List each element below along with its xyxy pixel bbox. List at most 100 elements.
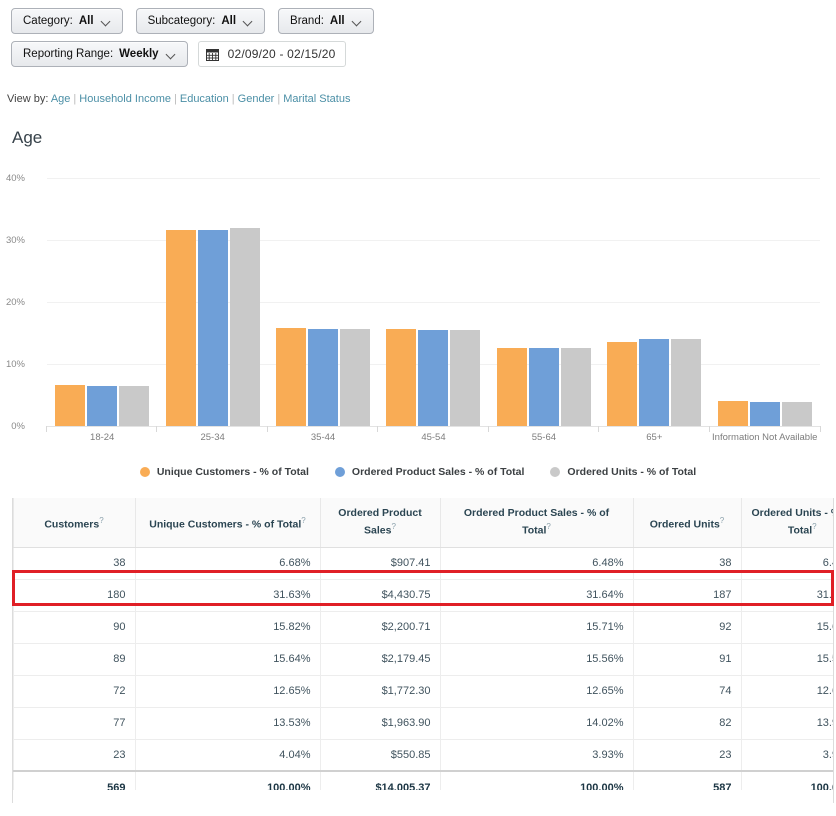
y-axis-tick-label: 30% — [0, 235, 25, 246]
bar-2[interactable] — [671, 339, 701, 426]
demographics-table: AgeCustomers?Unique Customers - % of Tot… — [12, 498, 834, 803]
cell-sales_pct: 14.02% — [440, 707, 633, 739]
legend-item[interactable]: Unique Customers - % of Total — [140, 466, 309, 478]
legend-item[interactable]: Ordered Product Sales - % of Total — [335, 466, 525, 478]
reporting-range-label: Reporting Range: — [23, 48, 113, 60]
date-range-picker[interactable]: 02/09/20 - 02/15/20 — [198, 41, 347, 67]
bar-1[interactable] — [639, 339, 669, 426]
bar-0[interactable] — [497, 348, 527, 426]
bar-0[interactable] — [166, 230, 196, 426]
chart-bar-group — [47, 178, 157, 426]
cell-sales_pct: 15.56% — [440, 643, 633, 675]
reporting-range-filter-button[interactable]: Reporting Range: Weekly — [11, 41, 188, 67]
view-by-item-gender[interactable]: Gender — [238, 93, 275, 105]
bar-1[interactable] — [529, 348, 559, 426]
legend-label: Ordered Product Sales - % of Total — [352, 466, 525, 478]
table-column-header[interactable]: Ordered Product Sales - % of Total? — [440, 498, 633, 547]
bar-2[interactable] — [119, 386, 149, 426]
filter-bar-secondary: Reporting Range: Weekly 02/09/20 - 02/15… — [11, 41, 346, 67]
bar-2[interactable] — [782, 402, 812, 426]
bar-1[interactable] — [198, 230, 228, 426]
legend-color-swatch — [335, 467, 345, 477]
bar-0[interactable] — [386, 329, 416, 426]
cell-customers_pct: 4.04% — [135, 739, 320, 771]
bar-0[interactable] — [607, 342, 637, 426]
cell-units_pct: 6.47% — [741, 547, 834, 579]
view-by-item-age[interactable]: Age — [51, 93, 71, 105]
x-axis-label: 35-44 — [268, 432, 378, 444]
cell-sales_pct: 6.48% — [440, 547, 633, 579]
bar-1[interactable] — [87, 386, 117, 426]
legend-item[interactable]: Ordered Units - % of Total — [550, 466, 696, 478]
view-by-item-education[interactable]: Education — [180, 93, 229, 105]
chart-plot-area: 0%10%20%30%40% — [47, 178, 820, 426]
help-icon[interactable]: ? — [301, 516, 305, 525]
cell-units: 82 — [633, 707, 741, 739]
x-axis-label: 25-34 — [157, 432, 267, 444]
horizontal-scrollbar-track[interactable] — [13, 790, 833, 804]
legend-label: Unique Customers - % of Total — [157, 466, 309, 478]
table-column-header[interactable]: Ordered Units - % of Total? — [741, 498, 834, 547]
table-row: 55-647212.65%$1,772.3012.65%7412.61% — [12, 675, 834, 707]
chart-bar-group — [599, 178, 709, 426]
table-column-header[interactable]: Ordered Product Sales? — [320, 498, 440, 547]
chart-x-axis-labels: 18-2425-3435-4445-5455-6465+Information … — [47, 432, 820, 444]
x-axis-label: 18-24 — [47, 432, 157, 444]
bar-1[interactable] — [308, 329, 338, 426]
bar-2[interactable] — [340, 329, 370, 426]
help-icon[interactable]: ? — [720, 516, 724, 525]
category-filter-label: Category: — [23, 15, 73, 27]
subcategory-filter-value: All — [221, 15, 236, 27]
table-column-header[interactable]: Ordered Units? — [633, 498, 741, 547]
help-icon[interactable]: ? — [99, 516, 103, 525]
cell-customers_pct: 6.68% — [135, 547, 320, 579]
brand-filter-button[interactable]: Brand: All — [278, 8, 374, 34]
chevron-down-icon — [102, 17, 111, 26]
cell-customers: 38 — [13, 547, 135, 579]
x-axis-tick — [820, 426, 821, 432]
x-axis-label: 55-64 — [489, 432, 599, 444]
cell-customers: 90 — [13, 611, 135, 643]
cell-units: 74 — [633, 675, 741, 707]
bar-cluster — [710, 178, 820, 426]
cell-sales: $550.85 — [320, 739, 440, 771]
help-icon[interactable]: ? — [546, 522, 550, 531]
bar-2[interactable] — [561, 348, 591, 426]
view-by-item-marital-status[interactable]: Marital Status — [283, 93, 350, 105]
legend-color-swatch — [550, 467, 560, 477]
y-axis-tick-label: 10% — [0, 359, 25, 370]
calendar-icon — [206, 48, 219, 61]
bar-0[interactable] — [718, 401, 748, 426]
table-column-header[interactable]: Customers? — [13, 498, 135, 547]
brand-filter-label: Brand: — [290, 15, 324, 27]
cell-sales_pct: 12.65% — [440, 675, 633, 707]
cell-customers_pct: 12.65% — [135, 675, 320, 707]
cell-customers: 180 — [13, 579, 135, 611]
help-icon[interactable]: ? — [392, 522, 396, 531]
cell-customers: 89 — [13, 643, 135, 675]
view-by-separator: | — [274, 93, 283, 105]
bar-2[interactable] — [450, 330, 480, 426]
subcategory-filter-button[interactable]: Subcategory: All — [136, 8, 265, 34]
bar-0[interactable] — [276, 328, 306, 426]
y-axis-tick-label: 20% — [0, 297, 25, 308]
table-row: 65+7713.53%$1,963.9014.02%8213.97% — [12, 707, 834, 739]
cell-sales: $4,430.75 — [320, 579, 440, 611]
table-row: Information Not Available234.04%$550.853… — [12, 739, 834, 771]
view-by-item-household-income[interactable]: Household Income — [79, 93, 171, 105]
bar-0[interactable] — [55, 385, 85, 426]
view-by-separator: | — [171, 93, 180, 105]
table-column-header[interactable]: Unique Customers - % of Total? — [135, 498, 320, 547]
cell-customers: 23 — [13, 739, 135, 771]
bar-1[interactable] — [750, 402, 780, 426]
bar-cluster — [47, 178, 157, 426]
report-page: Category: All Subcategory: All Brand: Al… — [0, 0, 836, 816]
y-axis-tick-label: 40% — [0, 173, 25, 184]
table-header-row: AgeCustomers?Unique Customers - % of Tot… — [12, 498, 834, 547]
help-icon[interactable]: ? — [812, 522, 816, 531]
category-filter-button[interactable]: Category: All — [11, 8, 123, 34]
table-row: 25-3418031.63%$4,430.7531.64%18731.86% — [12, 579, 834, 611]
bar-2[interactable] — [230, 228, 260, 426]
cell-units_pct: 13.97% — [741, 707, 834, 739]
bar-1[interactable] — [418, 330, 448, 426]
